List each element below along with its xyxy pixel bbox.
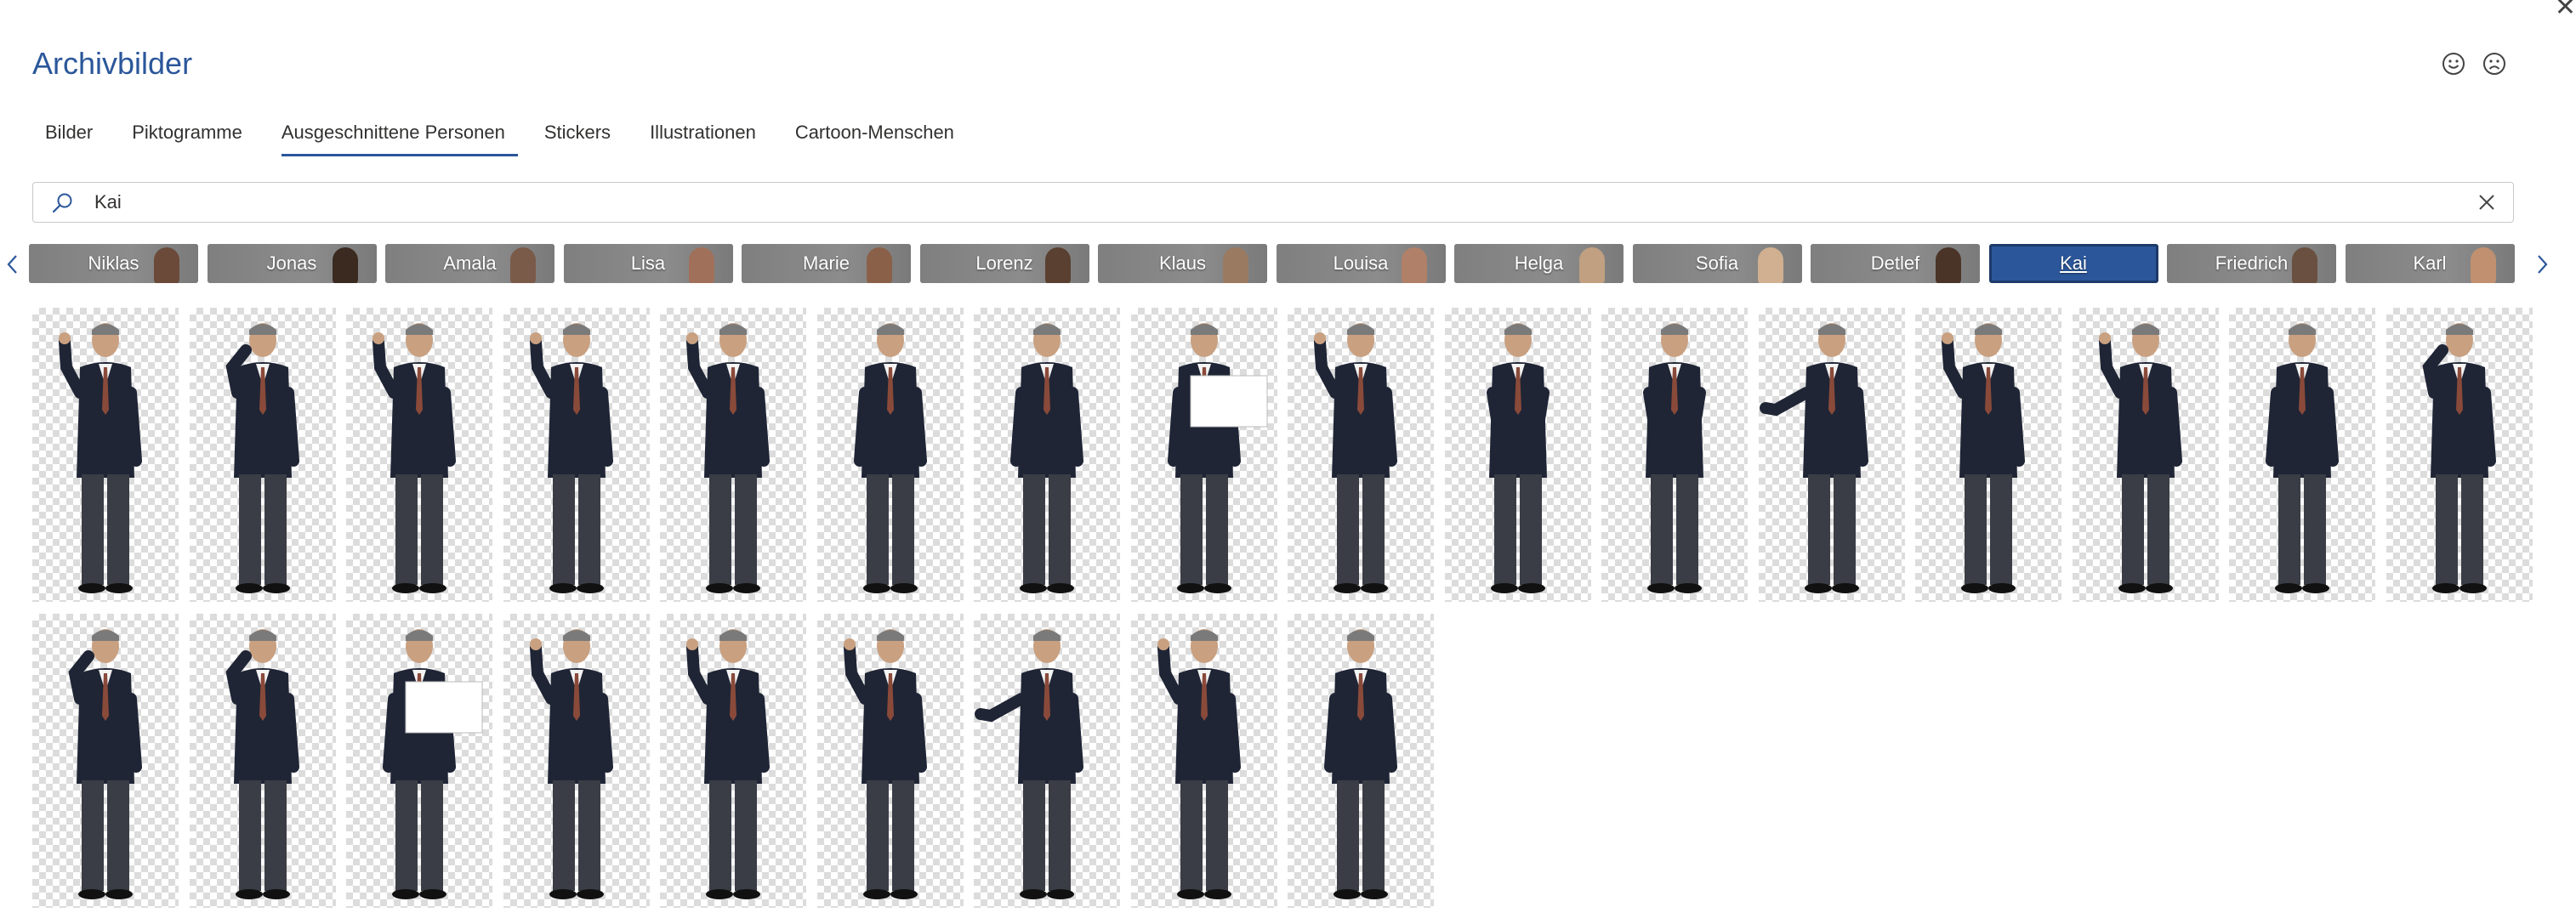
person-cutout bbox=[225, 323, 299, 593]
person-cutout bbox=[372, 323, 456, 593]
person-pill-jonas[interactable]: Jonas bbox=[207, 244, 377, 283]
tab-piktogramme[interactable]: Piktogramme bbox=[119, 117, 255, 156]
result-image-on-phone[interactable] bbox=[189, 614, 336, 908]
result-image-waving[interactable] bbox=[503, 614, 650, 908]
person-cutout bbox=[975, 629, 1083, 899]
result-image-raised-hand[interactable] bbox=[503, 308, 650, 602]
result-image-waving[interactable] bbox=[346, 308, 492, 602]
tab-ausgeschnittene-personen[interactable]: Ausgeschnittene Personen bbox=[269, 117, 518, 156]
result-image-raised-hand[interactable] bbox=[660, 308, 806, 602]
person-cutout bbox=[225, 629, 299, 899]
person-pill-label: Sofia bbox=[1695, 252, 1739, 274]
person-pill-sofia[interactable]: Sofia bbox=[1632, 244, 1802, 283]
tab-cartoon-menschen[interactable]: Cartoon-Menschen bbox=[782, 117, 967, 156]
person-pill-label: Detlef bbox=[1870, 252, 1920, 274]
result-image-looking-at-phone[interactable] bbox=[816, 308, 964, 602]
person-pill-label: Lisa bbox=[630, 252, 666, 274]
result-image-hand-on-chest[interactable] bbox=[2229, 308, 2375, 602]
person-cutout bbox=[853, 323, 927, 593]
person-cutout bbox=[686, 323, 770, 593]
person-cutout bbox=[1942, 323, 2025, 593]
tab-illustrationen[interactable]: Illustrationen bbox=[637, 117, 769, 156]
person-cutout bbox=[1167, 323, 1267, 593]
person-pill-label: Kai bbox=[2060, 252, 2087, 274]
person-pill-kai[interactable]: Kai bbox=[1988, 244, 2158, 283]
tab-bar: Bilder Piktogramme Ausgeschnittene Perso… bbox=[32, 117, 981, 160]
result-image-holding-sign[interactable] bbox=[1130, 308, 1277, 602]
person-pill-label: Karl bbox=[2413, 252, 2447, 274]
result-image-hands-folded[interactable] bbox=[1601, 308, 1748, 602]
search-box bbox=[32, 182, 2514, 223]
person-pill-friedrich[interactable]: Friedrich bbox=[2167, 244, 2336, 283]
person-cutout bbox=[686, 629, 770, 899]
result-image-arms-crossed[interactable] bbox=[1444, 308, 1591, 602]
person-pill-louisa[interactable]: Louisa bbox=[1276, 244, 1446, 283]
result-image-waving[interactable] bbox=[32, 308, 179, 602]
person-cutout bbox=[1759, 323, 1868, 593]
person-pill-label: Amala bbox=[443, 252, 497, 274]
person-pill-klaus[interactable]: Klaus bbox=[1098, 244, 1267, 283]
result-image-hand-on-head[interactable] bbox=[32, 614, 179, 908]
person-cutout bbox=[383, 629, 483, 899]
tab-bilder[interactable]: Bilder bbox=[32, 117, 105, 156]
person-cutout bbox=[1010, 323, 1083, 593]
person-pill-label: Klaus bbox=[1158, 252, 1207, 274]
person-pill-label: Niklas bbox=[88, 252, 139, 274]
person-cutout bbox=[2266, 323, 2339, 593]
chevron-right-icon[interactable] bbox=[2529, 241, 2555, 287]
frown-icon[interactable] bbox=[2482, 51, 2507, 77]
person-pill-label: Louisa bbox=[1333, 252, 1389, 274]
result-image-presenting[interactable] bbox=[974, 308, 1120, 602]
result-image-side-pointing[interactable] bbox=[974, 614, 1120, 908]
person-cutout bbox=[529, 629, 613, 899]
person-pill-lisa[interactable]: Lisa bbox=[563, 244, 733, 283]
result-image-raised-hand[interactable] bbox=[2072, 308, 2219, 602]
person-cutout bbox=[529, 323, 613, 593]
clear-icon[interactable] bbox=[2477, 193, 2496, 212]
person-pill-label: Friedrich bbox=[2215, 252, 2289, 274]
tab-stickers[interactable]: Stickers bbox=[532, 117, 623, 156]
result-image-holding-sign[interactable] bbox=[346, 614, 492, 908]
search-input[interactable] bbox=[94, 183, 2391, 222]
people-filter-row: Niklas Jonas Amala Lisa Marie Lorenz Klaus Loui… bbox=[0, 241, 2576, 287]
person-pill-lorenz[interactable]: Lorenz bbox=[919, 244, 1089, 283]
dialog-title: Archivbilder bbox=[32, 46, 193, 81]
person-cutout bbox=[1324, 629, 1397, 899]
result-image-hand-on-chin[interactable] bbox=[2386, 308, 2533, 602]
result-image-raised-hand[interactable] bbox=[1288, 308, 1434, 602]
person-cutout bbox=[843, 629, 927, 899]
person-pill-amala[interactable]: Amala bbox=[385, 244, 554, 283]
person-pill-helga[interactable]: Helga bbox=[1454, 244, 1624, 283]
person-cutout bbox=[59, 323, 142, 593]
result-image-thumbs-up[interactable] bbox=[1288, 614, 1434, 908]
result-image-waving[interactable] bbox=[816, 614, 964, 908]
person-pill-niklas[interactable]: Niklas bbox=[29, 244, 198, 283]
person-pill-label: Marie bbox=[802, 252, 850, 274]
result-image-fist-raised[interactable] bbox=[1915, 308, 2061, 602]
search-icon bbox=[50, 191, 74, 215]
person-cutout bbox=[1643, 323, 1706, 593]
person-pill-label: Jonas bbox=[266, 252, 317, 274]
result-image-pointing-side[interactable] bbox=[1758, 308, 1905, 602]
person-cutout bbox=[1157, 629, 1241, 899]
person-cutout bbox=[2421, 323, 2496, 593]
person-pill-detlef[interactable]: Detlef bbox=[1811, 244, 1980, 283]
result-image-side-thinking[interactable] bbox=[189, 308, 336, 602]
person-cutout bbox=[1314, 323, 1397, 593]
smiley-icon[interactable] bbox=[2441, 51, 2466, 77]
person-pill-label: Lorenz bbox=[975, 252, 1033, 274]
person-cutout bbox=[68, 629, 142, 899]
result-image-pointing-up[interactable] bbox=[1130, 614, 1277, 908]
person-pill-marie[interactable]: Marie bbox=[742, 244, 911, 283]
person-cutout bbox=[2098, 323, 2182, 593]
close-icon[interactable]: ✕ bbox=[2555, 0, 2576, 20]
result-image-raised-hand[interactable] bbox=[660, 614, 806, 908]
person-pill-karl[interactable]: Karl bbox=[2345, 244, 2515, 283]
person-pill-label: Helga bbox=[1514, 252, 1564, 274]
chevron-left-icon[interactable] bbox=[0, 241, 26, 287]
person-cutout bbox=[1486, 323, 1550, 593]
